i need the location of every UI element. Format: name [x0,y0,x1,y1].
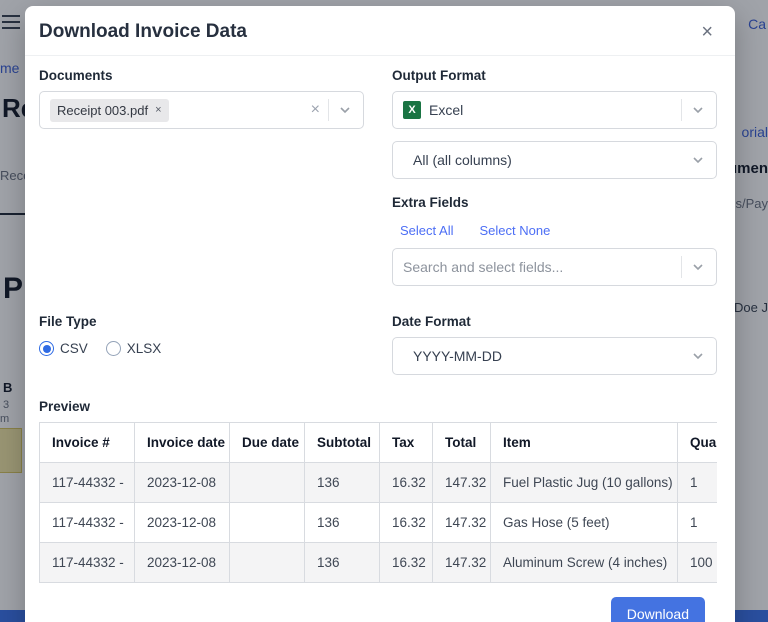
col-due-date: Due date [230,423,305,463]
table-row: 117-44332 - 2023-12-08 136 16.32 147.32 … [40,543,718,583]
radio-option-xlsx[interactable]: XLSX [106,341,162,356]
clear-selection-icon[interactable]: × [311,102,320,118]
col-invoice-number: Invoice # [40,423,135,463]
cell-item: Aluminum Screw (4 inches) [491,543,678,583]
output-format-value: Excel [429,102,463,118]
selected-document-name: Receipt 003.pdf [57,103,148,118]
indicator-separator [681,99,682,121]
modal-title: Download Invoice Data [39,21,247,43]
chevron-down-icon[interactable] [337,102,353,118]
indicator-separator [681,256,682,278]
col-quantity: Quan [678,423,718,463]
selected-document-tag: Receipt 003.pdf × [50,99,169,122]
preview-label: Preview [39,399,717,414]
cell-invoice-date: 2023-12-08 [135,543,230,583]
download-invoice-data-modal: Download Invoice Data × Documents Receip… [25,6,735,622]
cell-total: 147.32 [433,463,491,503]
chevron-down-icon[interactable] [690,348,706,364]
table-row: 117-44332 - 2023-12-08 136 16.32 147.32 … [40,503,718,543]
cell-quantity: 1 [678,503,718,543]
modal-footer: Download [25,583,735,622]
chevron-down-icon[interactable] [690,259,706,275]
preview-table-container[interactable]: Invoice # Invoice date Due date Subtotal… [39,422,717,583]
extra-fields-links: Select All Select None [400,223,717,238]
date-format-label: Date Format [392,314,717,329]
radio-option-csv[interactable]: CSV [39,341,88,356]
chevron-down-icon[interactable] [690,152,706,168]
file-type-field: File Type CSV XLSX [39,314,364,375]
cell-total: 147.32 [433,503,491,543]
cell-tax: 16.32 [380,463,433,503]
extra-fields-label: Extra Fields [392,195,717,210]
output-format-field: Output Format X Excel All (all columns) [392,68,717,286]
preview-table: Invoice # Invoice date Due date Subtotal… [39,422,717,583]
cell-tax: 16.32 [380,503,433,543]
download-button[interactable]: Download [611,597,705,622]
cell-total: 147.32 [433,543,491,583]
radio-xlsx[interactable] [106,341,121,356]
date-format-field: Date Format YYYY-MM-DD [392,314,717,375]
file-type-label: File Type [39,314,364,329]
cell-invoice-number: 117-44332 - [40,463,135,503]
cell-due-date [230,463,305,503]
remove-tag-icon[interactable]: × [155,104,161,116]
date-format-value: YYYY-MM-DD [403,348,502,364]
date-format-select[interactable]: YYYY-MM-DD [392,337,717,375]
modal-body: Documents Receipt 003.pdf × × [25,56,735,583]
output-format-label: Output Format [392,68,717,83]
cell-subtotal: 136 [305,463,380,503]
radio-xlsx-label: XLSX [127,341,162,356]
cell-quantity: 1 [678,463,718,503]
indicator-separator [328,99,329,121]
col-total: Total [433,423,491,463]
select-all-link[interactable]: Select All [400,223,453,238]
col-invoice-date: Invoice date [135,423,230,463]
search-fields-input[interactable] [403,259,673,275]
extra-fields-search[interactable] [392,248,717,286]
cell-item: Gas Hose (5 feet) [491,503,678,543]
select-none-link[interactable]: Select None [479,223,550,238]
radio-csv-selected[interactable] [39,341,54,356]
radio-csv-label: CSV [60,341,88,356]
cell-due-date [230,503,305,543]
cell-tax: 16.32 [380,543,433,583]
preview-section: Preview Invoice # Invoice date Due date [39,399,717,583]
documents-label: Documents [39,68,364,83]
columns-select-value: All (all columns) [403,152,512,168]
cell-invoice-date: 2023-12-08 [135,503,230,543]
cell-quantity: 100 [678,543,718,583]
excel-icon: X [403,101,421,119]
col-tax: Tax [380,423,433,463]
cell-due-date [230,543,305,583]
close-icon[interactable]: × [701,22,713,42]
cell-invoice-date: 2023-12-08 [135,463,230,503]
cell-subtotal: 136 [305,503,380,543]
table-header-row: Invoice # Invoice date Due date Subtotal… [40,423,718,463]
output-format-select[interactable]: X Excel [392,91,717,129]
cell-invoice-number: 117-44332 - [40,543,135,583]
screen: Ca me Re orial Rece cumen Bills/Pay P S:… [0,0,768,622]
documents-field: Documents Receipt 003.pdf × × [39,68,364,286]
chevron-down-icon[interactable] [690,102,706,118]
col-item: Item [491,423,678,463]
cell-subtotal: 136 [305,543,380,583]
cell-invoice-number: 117-44332 - [40,503,135,543]
modal-header: Download Invoice Data × [25,6,735,56]
table-row: 117-44332 - 2023-12-08 136 16.32 147.32 … [40,463,718,503]
cell-item: Fuel Plastic Jug (10 gallons) [491,463,678,503]
documents-multiselect[interactable]: Receipt 003.pdf × × [39,91,364,129]
columns-select[interactable]: All (all columns) [392,141,717,179]
col-subtotal: Subtotal [305,423,380,463]
